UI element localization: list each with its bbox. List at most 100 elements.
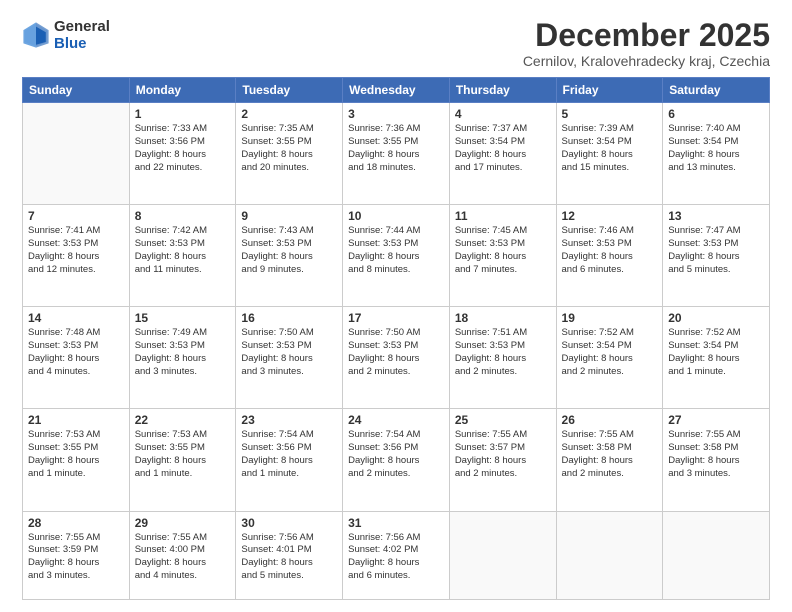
cell-sun-info: Sunrise: 7:47 AM Sunset: 3:53 PM Dayligh…: [668, 225, 764, 276]
cell-sun-info: Sunrise: 7:49 AM Sunset: 3:53 PM Dayligh…: [135, 327, 231, 378]
cell-sun-info: Sunrise: 7:55 AM Sunset: 3:57 PM Dayligh…: [455, 429, 551, 480]
calendar-cell: 7 Sunrise: 7:41 AM Sunset: 3:53 PM Daylig…: [23, 205, 130, 307]
weekday-header: Friday: [556, 78, 663, 103]
cell-sun-info: Sunrise: 7:55 AM Sunset: 4:00 PM Dayligh…: [135, 532, 231, 583]
weekday-header: Tuesday: [236, 78, 343, 103]
day-number: 26: [562, 413, 658, 427]
day-number: 6: [668, 107, 764, 121]
calendar-cell: [663, 511, 770, 600]
weekday-header: Thursday: [449, 78, 556, 103]
calendar-cell: 17Sunrise: 7:50 AM Sunset: 3:53 PM Dayli…: [343, 307, 450, 409]
day-number: 5: [562, 107, 658, 121]
cell-sun-info: Sunrise: 7:46 AM Sunset: 3:53 PM Dayligh…: [562, 225, 658, 276]
calendar-table: SundayMondayTuesdayWednesdayThursdayFrid…: [22, 77, 770, 600]
cell-sun-info: Sunrise: 7:54 AM Sunset: 3:56 PM Dayligh…: [241, 429, 337, 480]
cell-sun-info: Sunrise: 7:52 AM Sunset: 3:54 PM Dayligh…: [562, 327, 658, 378]
cell-sun-info: Sunrise: 7:44 AM Sunset: 3:53 PM Dayligh…: [348, 225, 444, 276]
day-number: 1: [135, 107, 231, 121]
cell-sun-info: Sunrise: 7:42 AM Sunset: 3:53 PM Dayligh…: [135, 225, 231, 276]
logo-icon: [22, 21, 50, 49]
calendar-cell: 4 Sunrise: 7:37 AM Sunset: 3:54 PM Daylig…: [449, 103, 556, 205]
calendar-cell: 31 Sunrise: 7:56 AM Sunset: 4:02 PM Dayli…: [343, 511, 450, 600]
day-number: 12: [562, 209, 658, 223]
cell-sun-info: Sunrise: 7:41 AM Sunset: 3:53 PM Dayligh…: [28, 225, 124, 276]
cell-sun-info: Sunrise: 7:55 AM Sunset: 3:59 PM Dayligh…: [28, 532, 124, 583]
day-number: 14: [28, 311, 124, 325]
calendar-cell: 29 Sunrise: 7:55 AM Sunset: 4:00 PM Dayli…: [129, 511, 236, 600]
calendar-cell: 11 Sunrise: 7:45 AM Sunset: 3:53 PM Dayli…: [449, 205, 556, 307]
logo: General Blue: [22, 18, 110, 53]
cell-sun-info: Sunrise: 7:45 AM Sunset: 3:53 PM Dayligh…: [455, 225, 551, 276]
page: General Blue December 2025 Cernilov, Kra…: [0, 0, 792, 612]
day-number: 9: [241, 209, 337, 223]
calendar-cell: 27 Sunrise: 7:55 AM Sunset: 3:58 PM Dayli…: [663, 409, 770, 511]
calendar-cell: 8Sunrise: 7:42 AM Sunset: 3:53 PM Daylig…: [129, 205, 236, 307]
calendar-week-row: 21 Sunrise: 7:53 AM Sunset: 3:55 PM Dayli…: [23, 409, 770, 511]
calendar-cell: [23, 103, 130, 205]
calendar-cell: 26 Sunrise: 7:55 AM Sunset: 3:58 PM Dayli…: [556, 409, 663, 511]
calendar-cell: [556, 511, 663, 600]
calendar-cell: 20 Sunrise: 7:52 AM Sunset: 3:54 PM Dayli…: [663, 307, 770, 409]
day-number: 27: [668, 413, 764, 427]
cell-sun-info: Sunrise: 7:53 AM Sunset: 3:55 PM Dayligh…: [28, 429, 124, 480]
calendar-cell: 16Sunrise: 7:50 AM Sunset: 3:53 PM Dayli…: [236, 307, 343, 409]
day-number: 15: [135, 311, 231, 325]
calendar-cell: 10 Sunrise: 7:44 AM Sunset: 3:53 PM Dayli…: [343, 205, 450, 307]
cell-sun-info: Sunrise: 7:48 AM Sunset: 3:53 PM Dayligh…: [28, 327, 124, 378]
day-number: 25: [455, 413, 551, 427]
calendar-cell: 14 Sunrise: 7:48 AM Sunset: 3:53 PM Dayli…: [23, 307, 130, 409]
cell-sun-info: Sunrise: 7:37 AM Sunset: 3:54 PM Dayligh…: [455, 123, 551, 174]
calendar-cell: 6Sunrise: 7:40 AM Sunset: 3:54 PM Daylig…: [663, 103, 770, 205]
weekday-header: Saturday: [663, 78, 770, 103]
day-number: 31: [348, 516, 444, 530]
calendar-cell: 5Sunrise: 7:39 AM Sunset: 3:54 PM Daylig…: [556, 103, 663, 205]
calendar-cell: 21 Sunrise: 7:53 AM Sunset: 3:55 PM Dayli…: [23, 409, 130, 511]
logo-text: General Blue: [54, 18, 110, 53]
cell-sun-info: Sunrise: 7:51 AM Sunset: 3:53 PM Dayligh…: [455, 327, 551, 378]
cell-sun-info: Sunrise: 7:56 AM Sunset: 4:02 PM Dayligh…: [348, 532, 444, 583]
day-number: 23: [241, 413, 337, 427]
cell-sun-info: Sunrise: 7:36 AM Sunset: 3:55 PM Dayligh…: [348, 123, 444, 174]
calendar-cell: 22 Sunrise: 7:53 AM Sunset: 3:55 PM Dayli…: [129, 409, 236, 511]
day-number: 24: [348, 413, 444, 427]
day-number: 18: [455, 311, 551, 325]
calendar-cell: 18 Sunrise: 7:51 AM Sunset: 3:53 PM Dayli…: [449, 307, 556, 409]
weekday-header: Sunday: [23, 78, 130, 103]
cell-sun-info: Sunrise: 7:53 AM Sunset: 3:55 PM Dayligh…: [135, 429, 231, 480]
day-number: 4: [455, 107, 551, 121]
weekday-header: Wednesday: [343, 78, 450, 103]
day-number: 28: [28, 516, 124, 530]
day-number: 11: [455, 209, 551, 223]
calendar-cell: 12 Sunrise: 7:46 AM Sunset: 3:53 PM Dayli…: [556, 205, 663, 307]
calendar-cell: 28 Sunrise: 7:55 AM Sunset: 3:59 PM Dayli…: [23, 511, 130, 600]
day-number: 10: [348, 209, 444, 223]
calendar-week-row: 14 Sunrise: 7:48 AM Sunset: 3:53 PM Dayli…: [23, 307, 770, 409]
calendar-week-row: 7 Sunrise: 7:41 AM Sunset: 3:53 PM Daylig…: [23, 205, 770, 307]
day-number: 13: [668, 209, 764, 223]
cell-sun-info: Sunrise: 7:55 AM Sunset: 3:58 PM Dayligh…: [562, 429, 658, 480]
cell-sun-info: Sunrise: 7:55 AM Sunset: 3:58 PM Dayligh…: [668, 429, 764, 480]
subtitle: Cernilov, Kralovehradecky kraj, Czechia: [523, 53, 770, 69]
day-number: 20: [668, 311, 764, 325]
day-number: 22: [135, 413, 231, 427]
calendar-cell: [449, 511, 556, 600]
cell-sun-info: Sunrise: 7:56 AM Sunset: 4:01 PM Dayligh…: [241, 532, 337, 583]
calendar-week-row: 1 Sunrise: 7:33 AM Sunset: 3:56 PM Daylig…: [23, 103, 770, 205]
day-number: 29: [135, 516, 231, 530]
cell-sun-info: Sunrise: 7:35 AM Sunset: 3:55 PM Dayligh…: [241, 123, 337, 174]
calendar-cell: 2Sunrise: 7:35 AM Sunset: 3:55 PM Daylig…: [236, 103, 343, 205]
cell-sun-info: Sunrise: 7:50 AM Sunset: 3:53 PM Dayligh…: [241, 327, 337, 378]
header: General Blue December 2025 Cernilov, Kra…: [22, 18, 770, 69]
day-number: 7: [28, 209, 124, 223]
calendar-cell: 30Sunrise: 7:56 AM Sunset: 4:01 PM Dayli…: [236, 511, 343, 600]
day-number: 3: [348, 107, 444, 121]
calendar-cell: 23 Sunrise: 7:54 AM Sunset: 3:56 PM Dayli…: [236, 409, 343, 511]
weekday-header: Monday: [129, 78, 236, 103]
cell-sun-info: Sunrise: 7:43 AM Sunset: 3:53 PM Dayligh…: [241, 225, 337, 276]
cell-sun-info: Sunrise: 7:33 AM Sunset: 3:56 PM Dayligh…: [135, 123, 231, 174]
calendar-cell: 15 Sunrise: 7:49 AM Sunset: 3:53 PM Dayli…: [129, 307, 236, 409]
calendar-cell: 9 Sunrise: 7:43 AM Sunset: 3:53 PM Daylig…: [236, 205, 343, 307]
cell-sun-info: Sunrise: 7:52 AM Sunset: 3:54 PM Dayligh…: [668, 327, 764, 378]
calendar-cell: 1 Sunrise: 7:33 AM Sunset: 3:56 PM Daylig…: [129, 103, 236, 205]
day-number: 21: [28, 413, 124, 427]
